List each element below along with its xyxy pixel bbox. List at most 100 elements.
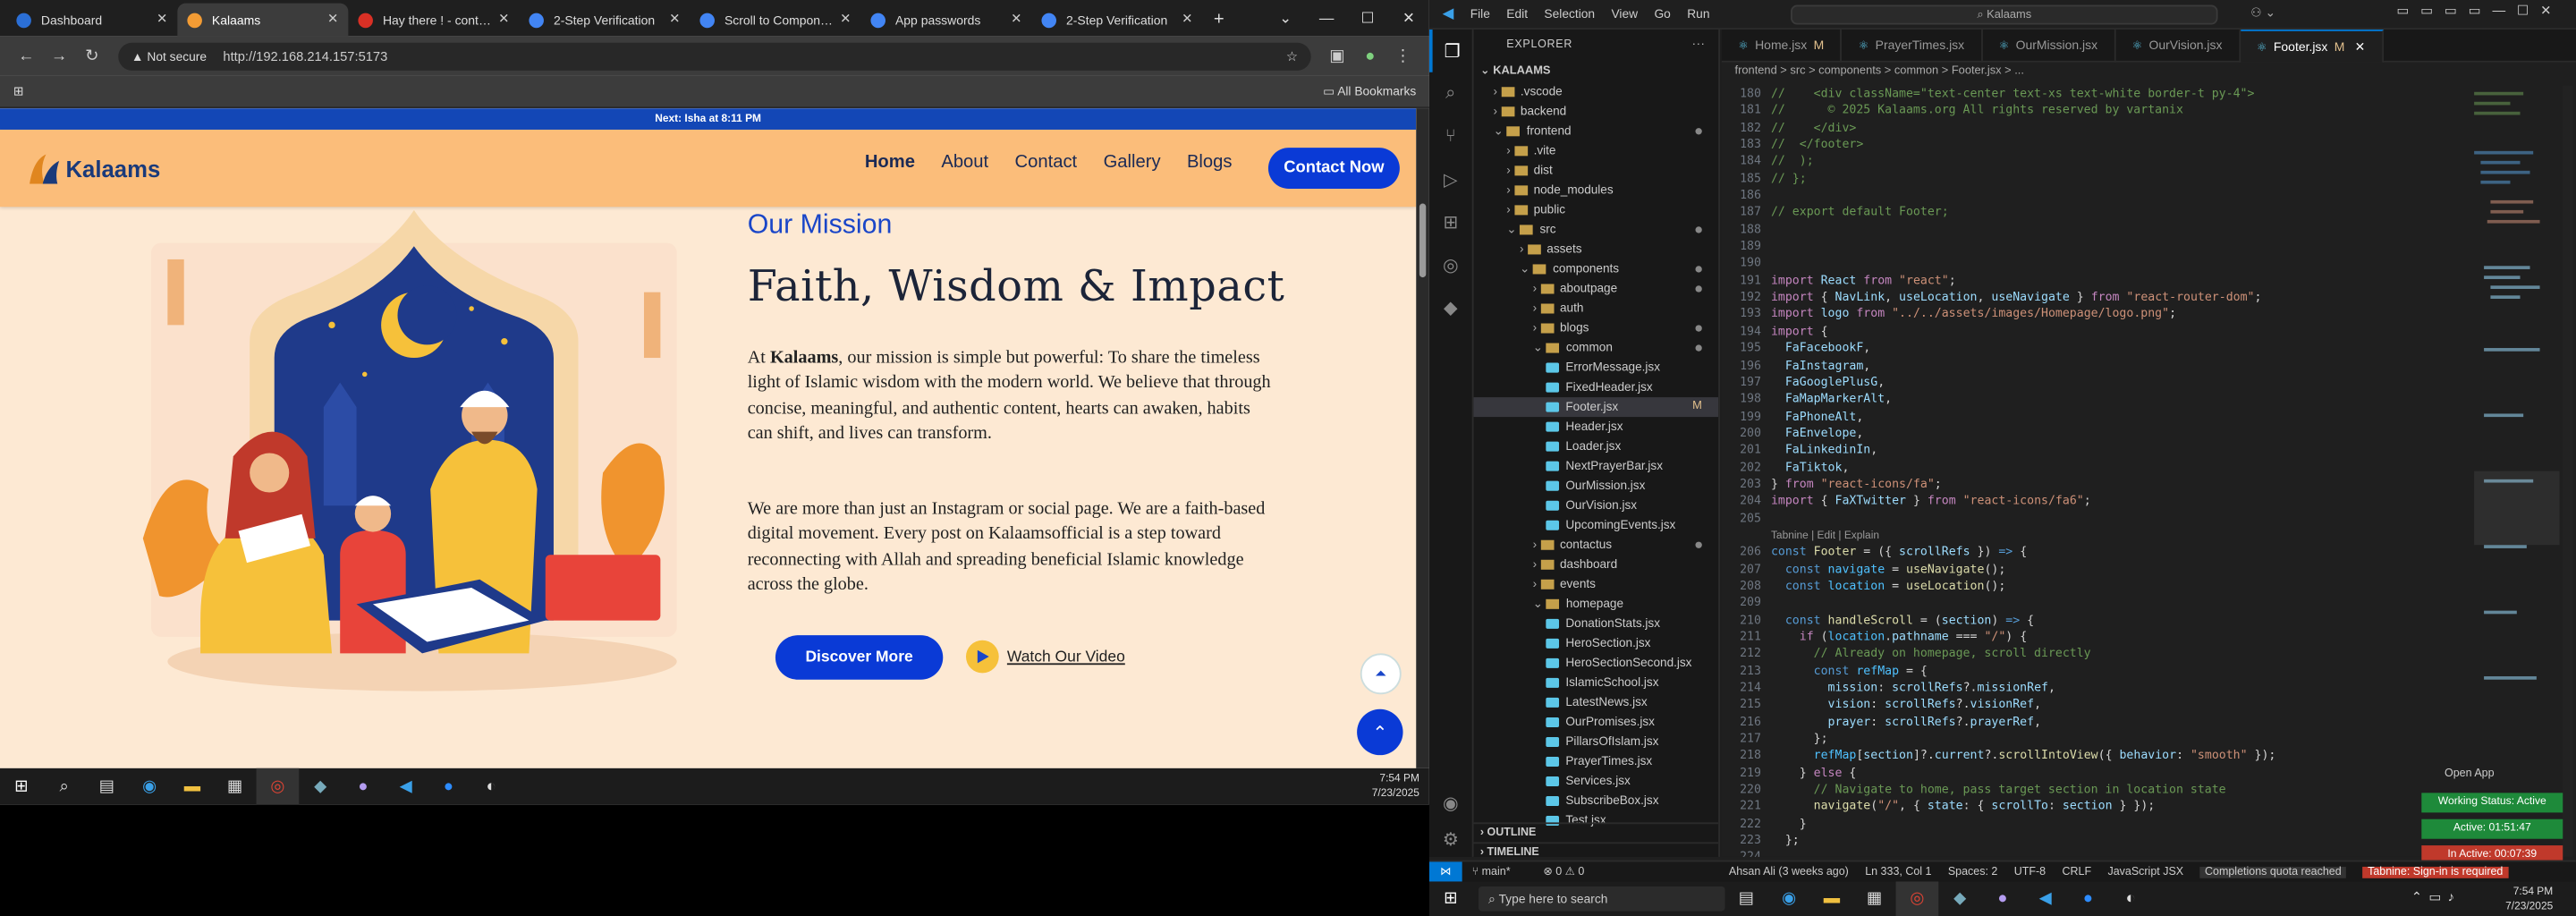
- branch-indicator[interactable]: ⑂ main*: [1472, 866, 1527, 878]
- tree-folder[interactable]: › public: [1474, 200, 1719, 220]
- host-start-icon[interactable]: ⊞: [1429, 881, 1472, 916]
- new-tab-button[interactable]: +: [1202, 4, 1235, 37]
- language-mode[interactable]: JavaScript JSX: [2107, 866, 2183, 878]
- tree-file[interactable]: LatestNews.jsx: [1474, 692, 1719, 712]
- cursor-position[interactable]: Ln 333, Col 1: [1865, 866, 1931, 878]
- tree-file[interactable]: UpcomingEvents.jsx: [1474, 515, 1719, 535]
- url-text[interactable]: http://192.168.214.157:5173: [223, 48, 387, 64]
- host-search-box[interactable]: ⌕ Type here to search: [1479, 886, 1725, 912]
- tree-folder[interactable]: › .vite: [1474, 141, 1719, 161]
- tree-file[interactable]: Loader.jsx: [1474, 437, 1719, 456]
- tree-file[interactable]: IslamicSchool.jsx: [1474, 673, 1719, 692]
- nav-link-blogs[interactable]: Blogs: [1187, 153, 1233, 173]
- browser-tab[interactable]: Hay there ! - contanis ✕: [348, 4, 519, 37]
- menu-item-edit[interactable]: Edit: [1506, 6, 1528, 21]
- discover-more-button[interactable]: Discover More: [775, 635, 944, 680]
- tree-file[interactable]: OurMission.jsx: [1474, 476, 1719, 496]
- tabnine-status[interactable]: Tabnine: Sign-in is required: [2362, 866, 2508, 878]
- tab-close-icon[interactable]: ✕: [498, 12, 509, 27]
- code-lens-text[interactable]: Tabnine | Edit | Explain: [1771, 530, 1879, 542]
- tree-file[interactable]: FixedHeader.jsx: [1474, 377, 1719, 397]
- extension-icon[interactable]: ▣: [1321, 47, 1354, 64]
- tree-folder[interactable]: ⌄ homepage: [1474, 594, 1719, 614]
- tabnine-icon[interactable]: ◆: [1429, 285, 1472, 328]
- forward-icon[interactable]: →: [43, 47, 76, 64]
- menu-item-file[interactable]: File: [1470, 6, 1490, 21]
- tree-file[interactable]: HeroSectionSecond.jsx: [1474, 653, 1719, 673]
- tree-folder[interactable]: ⌄ src: [1474, 220, 1719, 240]
- nav-link-about[interactable]: About: [941, 153, 988, 173]
- app-icon[interactable]: ◆: [299, 768, 342, 804]
- github-icon[interactable]: ●: [342, 768, 385, 804]
- tree-folder[interactable]: › node_modules: [1474, 181, 1719, 200]
- browser-tab[interactable]: 2-Step Verification ✕: [1031, 4, 1202, 37]
- explorer-icon[interactable]: ❐: [1428, 30, 1472, 72]
- profile-avatar[interactable]: ●: [1353, 47, 1386, 64]
- editor-tab[interactable]: ⚛ Home.jsx M: [1722, 30, 1843, 63]
- contact-now-button[interactable]: Contact Now: [1267, 148, 1400, 190]
- maximize-icon[interactable]: ☐: [1347, 0, 1388, 36]
- tree-folder[interactable]: › contactus: [1474, 535, 1719, 555]
- minimap[interactable]: [2474, 85, 2560, 856]
- host-task-view-icon[interactable]: ▤: [1725, 881, 1768, 916]
- tree-folder[interactable]: › assets: [1474, 240, 1719, 259]
- tab-search-icon[interactable]: ⌄: [1265, 0, 1306, 36]
- zoom-icon[interactable]: ●: [428, 768, 470, 804]
- workspace-root[interactable]: ⌄ KALAAMS: [1474, 63, 1719, 82]
- close-tab-icon[interactable]: ✕: [2351, 39, 2366, 55]
- host-app-icon[interactable]: ◆: [1938, 881, 1981, 916]
- tree-file[interactable]: Footer.jsx M: [1473, 397, 1719, 418]
- task-view-icon[interactable]: ▤: [86, 768, 129, 804]
- remote-icon[interactable]: ◎: [1429, 243, 1472, 286]
- menu-item-selection[interactable]: Selection: [1544, 6, 1595, 21]
- tree-folder[interactable]: › auth: [1474, 299, 1719, 318]
- app-2-icon[interactable]: ◐: [470, 768, 513, 804]
- tree-folder[interactable]: ⌄ components: [1474, 259, 1719, 279]
- nav-link-home[interactable]: Home: [865, 153, 915, 173]
- extensions-icon[interactable]: ⊞: [1429, 200, 1472, 243]
- play-icon[interactable]: [965, 640, 999, 674]
- editor-tab[interactable]: ⚛ PrayerTimes.jsx: [1842, 30, 1983, 63]
- scroll-top-button[interactable]: ⌃: [1357, 708, 1403, 756]
- host-zoom-icon[interactable]: ●: [2067, 881, 2110, 916]
- tree-file[interactable]: HeroSection.jsx: [1474, 633, 1719, 653]
- tree-folder[interactable]: › .vscode: [1474, 82, 1719, 102]
- tree-folder[interactable]: › events: [1474, 574, 1719, 594]
- tab-close-icon[interactable]: ✕: [840, 12, 851, 27]
- browser-tab[interactable]: Kalaams ✕: [177, 3, 349, 37]
- breadcrumb[interactable]: frontend > src > components > common > F…: [1722, 63, 2576, 82]
- search-icon[interactable]: ⌕: [43, 768, 86, 804]
- search-icon[interactable]: ⌕: [1429, 72, 1472, 115]
- browser-tab[interactable]: App passwords ✕: [860, 4, 1031, 37]
- close-icon[interactable]: ✕: [1388, 0, 1429, 36]
- timeline-section[interactable]: › TIMELINE: [1473, 842, 1719, 857]
- editor-tab[interactable]: ⚛ OurVision.jsx: [2115, 30, 2241, 63]
- host-chrome-icon[interactable]: ◎: [1895, 880, 1939, 916]
- tab-close-icon[interactable]: ✕: [327, 12, 338, 27]
- host-app-2-icon[interactable]: ◐: [2109, 881, 2152, 916]
- chrome-icon[interactable]: ◎: [256, 768, 300, 805]
- tree-folder[interactable]: ⌄ frontend: [1474, 122, 1719, 141]
- apps-grid-icon[interactable]: ⊞: [13, 84, 24, 99]
- browser-tab[interactable]: 2-Step Verification ✕: [519, 4, 690, 37]
- problems-indicator[interactable]: ⊗ 0 ⚠ 0: [1543, 865, 1584, 878]
- git-blame[interactable]: Ahsan Ali (3 weeks ago): [1729, 866, 1849, 878]
- system-tray-icons[interactable]: ⌃▭♪: [2411, 890, 2462, 905]
- host-edge-icon[interactable]: ◉: [1767, 881, 1810, 916]
- outline-section[interactable]: › OUTLINE: [1473, 822, 1719, 842]
- run-debug-icon[interactable]: ▷: [1429, 157, 1472, 200]
- remote-indicator[interactable]: ⋈: [1428, 861, 1462, 882]
- host-file-explorer-icon[interactable]: ▬: [1810, 881, 1853, 916]
- tree-file[interactable]: OurVision.jsx: [1474, 496, 1719, 515]
- tree-folder[interactable]: › dist: [1474, 161, 1719, 181]
- editor-tab[interactable]: ⚛ Footer.jsx M ✕: [2240, 30, 2384, 63]
- tree-file[interactable]: PrayerTimes.jsx: [1474, 751, 1719, 771]
- browser-tab[interactable]: Scroll to Components ✕: [690, 4, 860, 37]
- file-explorer-icon[interactable]: ▬: [171, 768, 214, 804]
- tree-file[interactable]: SubscribeBox.jsx: [1474, 792, 1719, 811]
- star-icon[interactable]: ☆: [1286, 48, 1298, 64]
- tree-folder[interactable]: › dashboard: [1474, 555, 1719, 574]
- menu-item-run[interactable]: Run: [1687, 6, 1709, 21]
- page-scrollbar[interactable]: [1416, 108, 1429, 768]
- encoding[interactable]: UTF-8: [2014, 866, 2046, 878]
